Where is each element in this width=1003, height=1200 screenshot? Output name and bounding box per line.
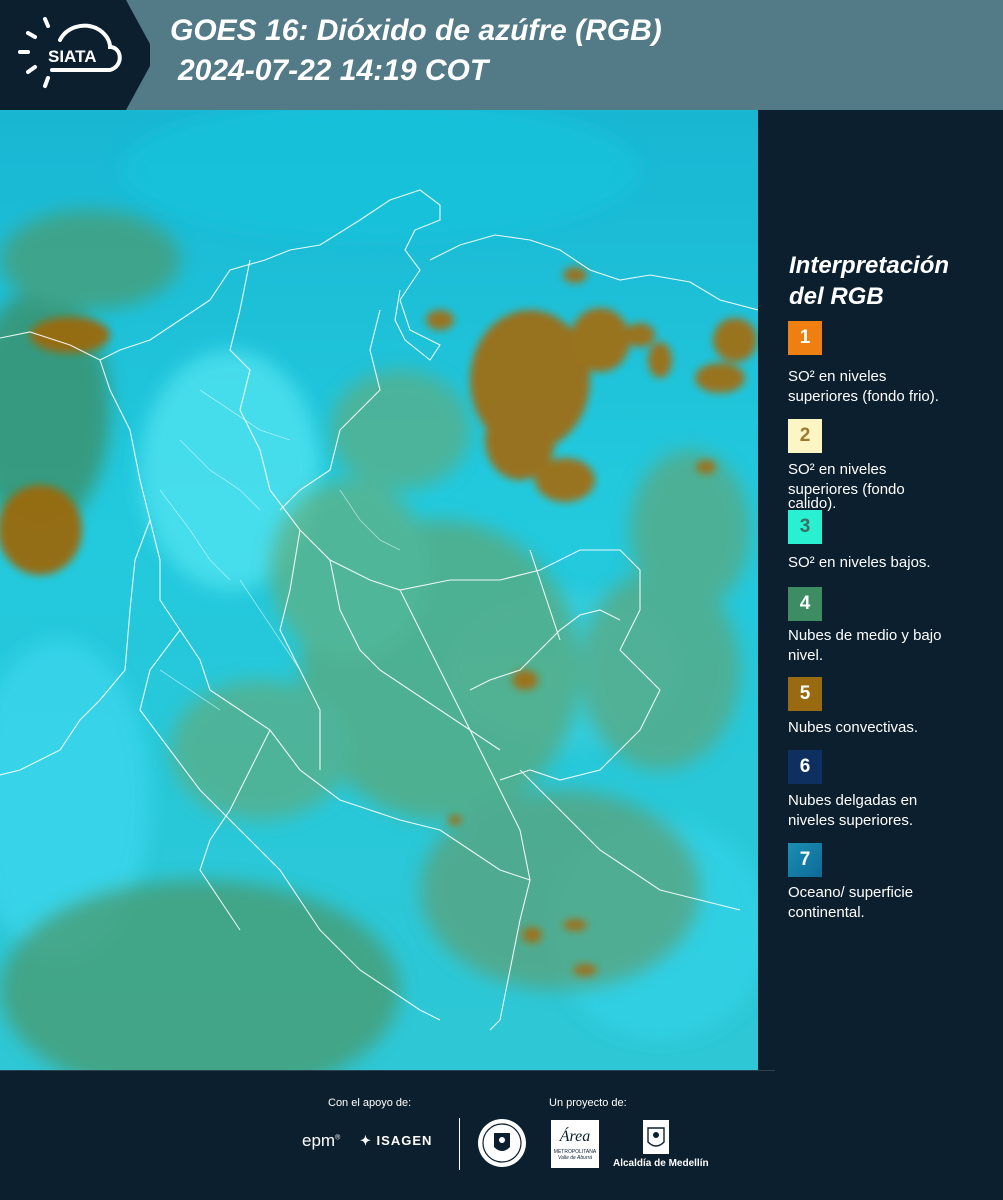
- page-title: GOES 16: Dióxido de azúfre (RGB): [170, 14, 662, 47]
- legend-label-4-line1: Nubes de medio y bajo: [788, 627, 942, 644]
- legend-label-3: SO² en niveles bajos.: [788, 553, 978, 573]
- isagen-icon: ✦: [360, 1133, 372, 1148]
- legend-swatch-5: 5: [788, 677, 822, 711]
- isagen-logo-text: ISAGEN: [376, 1133, 433, 1148]
- area-logo-text: Área: [559, 1128, 591, 1145]
- legend-label-1: SO² en niveles superiores (fondo frio).: [788, 367, 978, 407]
- legend-label-6: Nubes delgadas en niveles superiores.: [788, 791, 978, 831]
- legend-label-2: SO² en niveles superiores (fondo calido)…: [788, 460, 978, 514]
- legend-label-7-line2: continental.: [788, 904, 865, 921]
- legend-label-1-line2: superiores (fondo frio).: [788, 388, 939, 405]
- isagen-logo: ✦ ISAGEN: [360, 1133, 432, 1149]
- footer-divider: [0, 1070, 775, 1071]
- medellin-seal-icon: [478, 1119, 526, 1167]
- legend-swatch-3: 3: [788, 510, 822, 544]
- satellite-map: [0, 110, 758, 1070]
- legend-label-6-line2: niveles superiores.: [788, 812, 914, 829]
- alcaldia-logo-text: Alcaldía de Medellín: [613, 1158, 709, 1169]
- epm-logo-text: epm: [302, 1131, 336, 1150]
- legend-label-5: Nubes convectivas.: [788, 718, 978, 738]
- timestamp: 2024-07-22 14:19 COT: [178, 54, 489, 87]
- legend-label-4-line2: nivel.: [788, 647, 824, 664]
- legend-label-7-line1: Oceano/ superficie: [788, 884, 914, 901]
- legend-label-1-line1: SO² en niveles: [788, 368, 887, 385]
- legend-swatch-6: 6: [788, 750, 822, 784]
- siata-logo-text: SIATA: [48, 47, 96, 66]
- header-bar: SIATA GOES 16: Dióxido de azúfre (RGB) 2…: [0, 0, 1003, 110]
- area-metropolitana-logo: Área METROPOLITANA Valle de Aburrá: [551, 1120, 599, 1168]
- legend-label-4: Nubes de medio y bajo nivel.: [788, 626, 978, 666]
- project-label: Un proyecto de:: [549, 1097, 627, 1109]
- legend-panel: Interpretación del RGB 1 SO² en niveles …: [760, 110, 1003, 1070]
- legend-title-line2: del RGB: [789, 283, 884, 310]
- area-logo-sub2: Valle de Aburrá: [557, 1155, 593, 1161]
- legend-title-line1: Interpretación: [789, 252, 950, 279]
- legend-title: Interpretación del RGB: [789, 250, 989, 312]
- legend-label-2-line1: SO² en niveles: [788, 461, 887, 478]
- legend-label-7: Oceano/ superficie continental.: [788, 883, 978, 923]
- legend-label-6-line1: Nubes delgadas en: [788, 792, 918, 809]
- epm-logo: epm®: [302, 1131, 341, 1150]
- legend-label-3-line1: SO² en niveles bajos.: [788, 554, 931, 571]
- legend-swatch-2: 2: [788, 419, 822, 453]
- legend-label-5-line1: Nubes convectivas.: [788, 719, 919, 736]
- siata-logo-block: SIATA: [0, 0, 150, 110]
- support-label: Con el apoyo de:: [328, 1097, 412, 1109]
- vertical-divider: [459, 1118, 460, 1170]
- legend-swatch-4: 4: [788, 587, 822, 621]
- legend-swatch-7: 7: [788, 843, 822, 877]
- footer: Con el apoyo de: Un proyecto de: epm® ✦ …: [0, 1070, 1003, 1200]
- alcaldia-shield-icon: [643, 1120, 669, 1154]
- satellite-image: [0, 110, 758, 1070]
- legend-swatch-1: 1: [788, 321, 822, 355]
